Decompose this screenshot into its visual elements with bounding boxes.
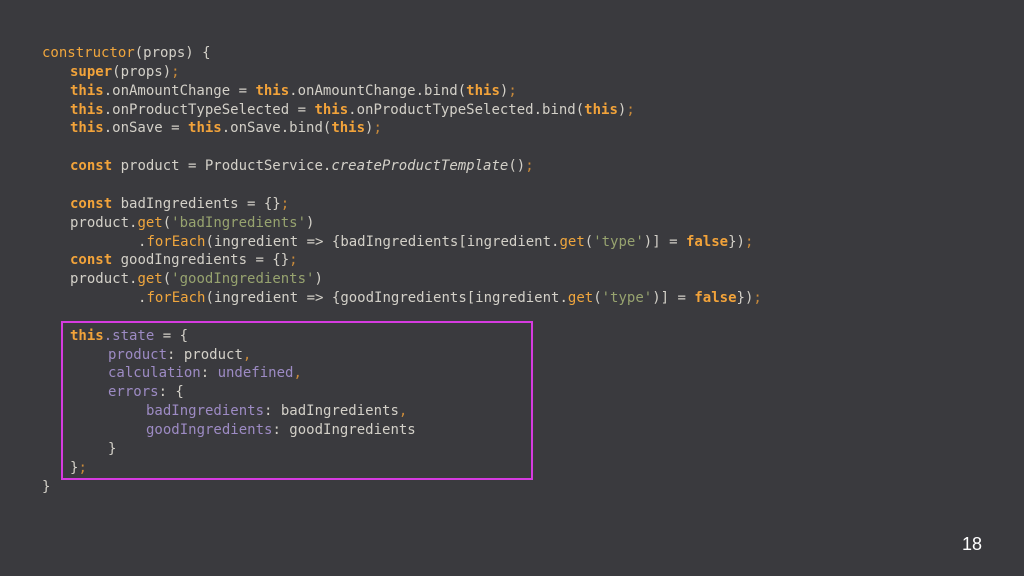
code-token: (props) { bbox=[134, 45, 211, 61]
code-token: ; bbox=[753, 290, 762, 307]
code-token: ; bbox=[525, 158, 534, 175]
code-token: ( bbox=[584, 233, 594, 250]
state-highlight-box bbox=[61, 321, 533, 480]
code-token: ) bbox=[306, 214, 315, 231]
code-token: (ingredient => {goodIngredients[ingredie… bbox=[205, 290, 568, 307]
code-line: this.onSave = this.onSave.bind(this); bbox=[70, 119, 382, 138]
code-token: .onSave.bind( bbox=[221, 120, 332, 137]
code-token: get bbox=[567, 290, 594, 307]
code-token: () bbox=[508, 158, 526, 175]
code-token: product. bbox=[70, 271, 138, 288]
code-token: ; bbox=[280, 195, 290, 212]
code-token: ; bbox=[171, 63, 180, 80]
code-token: ( bbox=[162, 214, 172, 231]
code-token: get bbox=[137, 271, 163, 288]
code-line: const product = ProductService.createPro… bbox=[70, 157, 534, 176]
code-token: this bbox=[188, 120, 222, 137]
code-line: } bbox=[42, 478, 50, 497]
code-line: .forEach(ingredient => {goodIngredients[… bbox=[138, 289, 762, 308]
code-token: false bbox=[685, 233, 729, 250]
code-token: product. bbox=[70, 214, 138, 231]
code-token: (ingredient => {badIngredients[ingredien… bbox=[205, 233, 560, 250]
code-token: const bbox=[70, 195, 113, 212]
code-token: const bbox=[70, 158, 113, 175]
code-token: forEach bbox=[146, 233, 206, 250]
code-token: ( bbox=[162, 271, 172, 288]
code-line: const goodIngredients = {}; bbox=[70, 251, 298, 270]
code-token: 'badIngredients' bbox=[171, 214, 307, 231]
code-line: const badIngredients = {}; bbox=[70, 195, 289, 214]
code-token: }) bbox=[736, 290, 754, 307]
code-token: this bbox=[331, 120, 366, 137]
code-token: badIngredients = {} bbox=[112, 195, 281, 212]
code-token: this bbox=[70, 120, 104, 137]
code-token: product = ProductService. bbox=[112, 158, 332, 175]
code-token: this bbox=[255, 82, 290, 99]
code-token: } bbox=[42, 478, 51, 495]
code-token: .onAmountChange.bind( bbox=[289, 82, 467, 99]
code-token: get bbox=[559, 233, 585, 250]
code-token: this bbox=[314, 101, 349, 118]
code-token: get bbox=[137, 214, 163, 231]
code-line: product.get('badIngredients') bbox=[70, 214, 314, 233]
code-token: goodIngredients = {} bbox=[112, 252, 290, 269]
code-token: createProductTemplate bbox=[331, 158, 509, 175]
code-token: .onProductTypeSelected.bind( bbox=[348, 101, 585, 118]
code-token: ; bbox=[744, 233, 754, 250]
code-token: }) bbox=[728, 233, 745, 250]
code-token: this bbox=[466, 82, 500, 99]
code-token: ) bbox=[314, 271, 323, 288]
code-token: (props) bbox=[112, 63, 172, 80]
code-token: this bbox=[584, 101, 618, 118]
code-line: this.onAmountChange = this.onAmountChang… bbox=[70, 82, 517, 101]
code-token: this bbox=[70, 82, 104, 99]
code-token: ; bbox=[508, 82, 517, 99]
code-listing: constructor(props) {super(props); this.on… bbox=[0, 0, 1024, 576]
code-token: 'type' bbox=[601, 290, 653, 307]
code-token: ; bbox=[289, 252, 298, 269]
code-line: product.get('goodIngredients') bbox=[70, 270, 323, 289]
code-token: false bbox=[694, 290, 737, 307]
code-line: .forEach(ingredient => {badIngredients[i… bbox=[138, 233, 753, 252]
code-token: 'type' bbox=[593, 233, 644, 250]
code-token: const bbox=[70, 252, 113, 269]
code-line: constructor(props) { bbox=[42, 44, 211, 63]
page-number: 18 bbox=[961, 534, 982, 554]
code-token: ( bbox=[593, 290, 602, 307]
code-token: constructor bbox=[42, 45, 135, 61]
code-token: 'goodIngredients' bbox=[171, 271, 315, 288]
code-token: this bbox=[70, 101, 104, 118]
code-line: this.onProductTypeSelected = this.onProd… bbox=[70, 101, 635, 120]
code-token: )] = bbox=[652, 290, 695, 307]
code-token: forEach bbox=[146, 290, 206, 307]
code-token: .onSave = bbox=[103, 120, 189, 137]
code-token: )] = bbox=[643, 233, 686, 250]
code-token: ; bbox=[626, 101, 635, 118]
code-token: ; bbox=[373, 120, 382, 137]
code-token: .onProductTypeSelected = bbox=[103, 101, 315, 118]
code-token: .onAmountChange = bbox=[103, 82, 256, 99]
code-line: super(props); bbox=[70, 63, 180, 82]
code-token: super bbox=[70, 63, 113, 80]
